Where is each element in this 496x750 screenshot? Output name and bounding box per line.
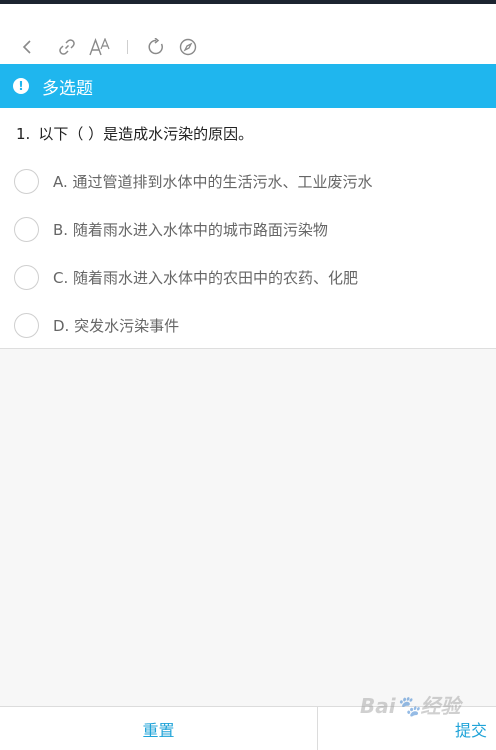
section-title: 多选题 [42,78,93,99]
checkbox-b[interactable] [14,216,39,242]
checkbox-d[interactable] [14,312,39,338]
section-header: ! 多选题 [0,64,496,108]
option-b[interactable]: B. 随着雨水进入水体中的城市路面污染物 [0,209,496,249]
back-icon[interactable] [16,36,38,58]
option-label: D. 突发水污染事件 [53,316,180,335]
reset-button[interactable]: 重置 [0,707,317,750]
question-card: 1. 以下（ ）是造成水污染的原因。 A. 通过管道排到水体中的生活污水、工业废污… [0,108,496,349]
browser-toolbar [0,4,496,64]
option-c[interactable]: C. 随着雨水进入水体中的农田中的农药、化肥 [0,257,496,297]
question-stem: 以下（ ）是造成水污染的原因。 [38,125,254,143]
checkbox-c[interactable] [14,264,39,290]
submit-button[interactable]: 提交 [455,707,496,750]
alert-icon: ! [13,78,29,94]
footer-divider [317,707,318,750]
action-footer: 重置 提交 [0,706,496,750]
question-number: 1. [16,125,31,143]
compass-icon[interactable] [177,36,199,58]
option-label: A. 通过管道排到水体中的生活污水、工业废污水 [53,172,373,191]
option-label: B. 随着雨水进入水体中的城市路面污染物 [53,220,328,239]
font-size-icon[interactable] [88,36,112,58]
option-label: C. 随着雨水进入水体中的农田中的农药、化肥 [53,268,359,287]
toolbar-separator [127,40,128,54]
checkbox-a[interactable] [14,168,39,194]
option-d[interactable]: D. 突发水污染事件 [0,305,496,345]
link-icon[interactable] [56,36,78,58]
option-a[interactable]: A. 通过管道排到水体中的生活污水、工业废污水 [0,161,496,201]
question-text: 1. 以下（ ）是造成水污染的原因。 [16,123,253,144]
refresh-icon[interactable] [145,36,167,58]
